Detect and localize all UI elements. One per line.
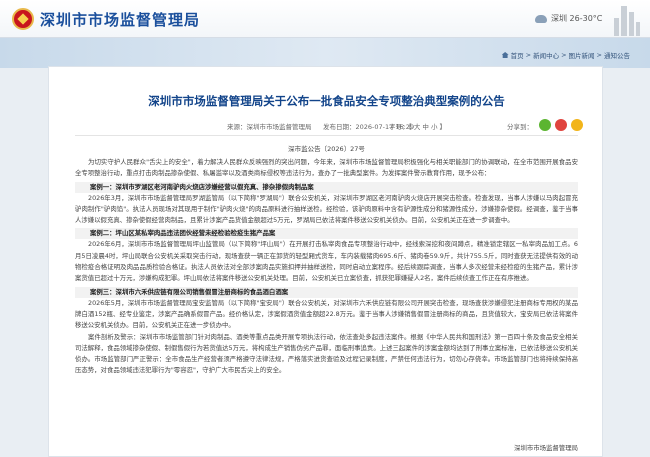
breadcrumb-sep: > — [596, 51, 602, 59]
document-number: 深市监公告〔2026〕27号 — [288, 145, 365, 153]
case-heading: 案例二：坪山区某私宰肉品违法团伙经营未经检验检疫生猪产品案 — [75, 228, 578, 240]
weather-text: 深圳 26-30°C — [551, 14, 603, 23]
body-paragraph: 为切实守护人民群众"舌尖上的安全"，着力解决人民群众反映强烈的突出问题，今年来，… — [75, 158, 578, 178]
font-size-control[interactable]: 字号：【 大 中 小 】 — [389, 121, 446, 131]
share-qzone-icon[interactable] — [571, 119, 583, 131]
body-paragraph: 案件剖析及警示：深圳市市场监管部门针对肉制品、酒类等重点品类开展专项执法行动，依… — [75, 332, 578, 375]
share-weibo-icon[interactable] — [555, 119, 567, 131]
weather-widget: 深圳 26-30°C — [535, 13, 602, 24]
breadcrumb-notices[interactable]: 通知公告 — [604, 50, 630, 60]
share-wechat-icon[interactable] — [539, 119, 551, 131]
breadcrumb-home[interactable]: 首页 — [511, 50, 524, 60]
breadcrumb: 首页 > 新闻中心 > 图片新闻 > 通知公告 — [501, 50, 630, 60]
breadcrumb-photo-news[interactable]: 图片新闻 — [569, 50, 595, 60]
article-signoff: 深圳市市场监督管理局 — [514, 444, 578, 452]
emblem-icon[interactable] — [12, 8, 34, 30]
source-label: 来源：深圳市市场监督管理局 — [227, 123, 312, 131]
breadcrumb-sep: > — [525, 51, 532, 59]
article-title: 深圳市市场监督管理局关于公布一批食品安全专项整治典型案例的公告 — [148, 94, 505, 108]
breadcrumb-news[interactable]: 新闻中心 — [533, 50, 559, 60]
article-card: 深圳市市场监督管理局关于公布一批食品安全专项整治典型案例的公告 来源：深圳市市场… — [48, 66, 603, 457]
article-body: 为切实守护人民群众"舌尖上的安全"，着力解决人民群众反映强烈的突出问题，今年来，… — [75, 157, 578, 377]
body-paragraph: 2026年6月，深圳市市场监督管理局坪山监管局（以下简称"坪山局"）在开展打击私… — [75, 240, 578, 283]
body-paragraph: 2026年3月，深圳市市场监督管理局罗湖监管局（以下简称"罗湖局"）联合公安机关… — [75, 193, 578, 225]
site-title[interactable]: 深圳市市场监督管理局 — [40, 9, 200, 30]
breadcrumb-sep: > — [561, 51, 567, 59]
weather-cloud-icon — [535, 14, 547, 23]
skyline-decoration — [612, 2, 642, 36]
home-icon[interactable] — [501, 52, 509, 58]
article-meta: 来源：深圳市市场监督管理局 发布日期：2026-07-17 16:29 字号：【… — [49, 119, 604, 133]
body-paragraph: 2026年5月，深圳市市场监督管理局宝安监管局（以下简称"宝安局"）联合公安机关… — [75, 298, 578, 330]
share-label: 分享到： — [507, 123, 533, 131]
title-divider — [75, 135, 578, 136]
case-heading: 案例一：深圳市罗湖区老河南驴肉火烧店涉嫌经营以假充真、掺杂掺假肉制品案 — [75, 181, 578, 193]
case-heading: 案例三：深圳市六禾供应链有限公司销售假冒注册商标的食品酒白酒案 — [75, 286, 578, 298]
site-header: 深圳市市场监督管理局 深圳 26-30°C — [0, 0, 650, 38]
